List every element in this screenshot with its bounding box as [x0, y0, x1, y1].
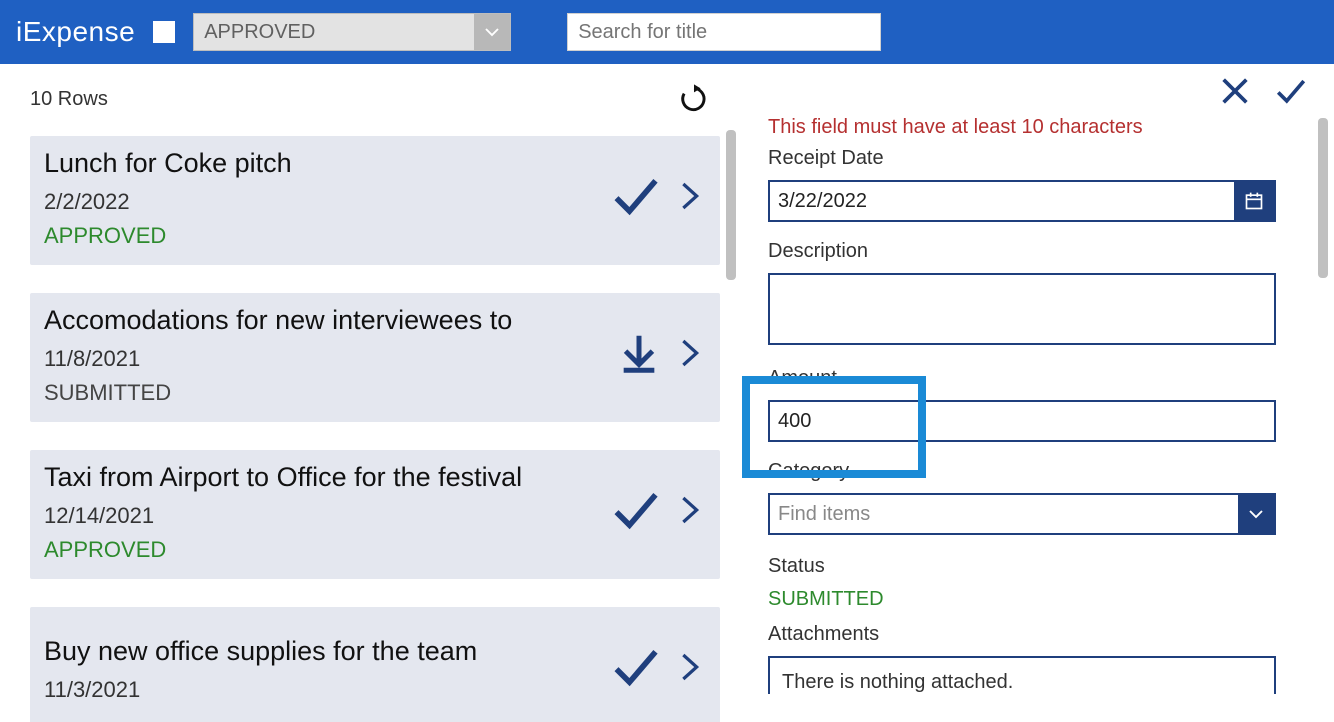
row-count-label: 10 Rows [30, 88, 108, 111]
validation-error-message: This field must have at least 10 charact… [768, 116, 1308, 139]
status-filter-dropdown-button[interactable] [474, 14, 510, 50]
list-item-title: Buy new office supplies for the team [44, 636, 477, 667]
close-icon [1218, 74, 1252, 108]
chevron-right-icon [674, 172, 706, 220]
list-item-date: 2/2/2022 [44, 189, 292, 215]
list-item[interactable]: Buy new office supplies for the team 11/3… [30, 607, 720, 722]
confirm-button[interactable] [1274, 74, 1308, 113]
attachments-text: There is nothing attached. [782, 671, 1013, 694]
receipt-date-input[interactable]: 3/22/2022 [768, 180, 1276, 222]
list-item-status: APPROVED [44, 223, 292, 249]
list-item-date: 12/14/2021 [44, 503, 522, 529]
expense-list-panel: 10 Rows Lunch for Coke pitch 2/2/2022 APPR… [0, 64, 742, 722]
check-icon [610, 484, 662, 536]
chevron-down-icon [1247, 505, 1265, 523]
open-item-button[interactable] [674, 486, 706, 539]
list-item-date: 11/8/2021 [44, 346, 512, 372]
chevron-down-icon [483, 23, 501, 41]
status-filter-value: APPROVED [204, 21, 315, 44]
content-split: 10 Rows Lunch for Coke pitch 2/2/2022 APPR… [0, 64, 1334, 722]
list-item-status: APPROVED [44, 537, 522, 563]
amount-value: 400 [778, 410, 811, 433]
open-item-button[interactable] [674, 172, 706, 225]
list-item-actions [610, 484, 706, 541]
status-value: SUBMITTED [768, 588, 1308, 611]
list-item[interactable]: Lunch for Coke pitch 2/2/2022 APPROVED [30, 136, 720, 265]
approve-action-button[interactable] [610, 484, 662, 541]
list-scroll: Lunch for Coke pitch 2/2/2022 APPROVED Acco… [0, 126, 742, 722]
list-item-actions [610, 170, 706, 227]
top-bar: iExpense APPROVED [0, 0, 1334, 64]
list-scrollbar-thumb[interactable] [726, 130, 736, 280]
list-item-title: Taxi from Airport to Office for the fest… [44, 462, 522, 493]
label-amount: Amount [768, 367, 1308, 390]
status-filter-select[interactable]: APPROVED [193, 13, 511, 51]
attachments-box[interactable]: There is nothing attached. [768, 656, 1276, 694]
list-item-actions [616, 329, 706, 382]
expense-detail-panel: This field must have at least 10 charact… [742, 64, 1334, 722]
check-icon [610, 170, 662, 222]
label-receipt-date: Receipt Date [768, 147, 1308, 170]
refresh-button[interactable] [676, 81, 712, 117]
receipt-date-value: 3/22/2022 [770, 190, 1234, 213]
filter-checkbox[interactable] [153, 21, 175, 43]
approve-action-button[interactable] [610, 170, 662, 227]
refresh-icon [678, 83, 710, 115]
chevron-right-icon [674, 329, 706, 377]
calendar-button[interactable] [1234, 182, 1274, 220]
list-item-date: 11/3/2021 [44, 677, 477, 703]
close-button[interactable] [1218, 74, 1252, 113]
open-item-button[interactable] [674, 643, 706, 696]
detail-scrollbar-thumb[interactable] [1318, 118, 1328, 278]
calendar-icon [1244, 191, 1264, 211]
list-item-title: Accomodations for new interviewees to [44, 305, 512, 336]
list-item-actions [610, 641, 706, 698]
app-name: iExpense [16, 16, 135, 48]
submit-action-button[interactable] [616, 330, 662, 381]
list-item[interactable]: Accomodations for new interviewees to 11/… [30, 293, 720, 422]
search-input[interactable] [567, 13, 881, 51]
label-category: Category [768, 460, 1308, 483]
list-header: 10 Rows [0, 64, 742, 126]
approve-action-button[interactable] [610, 641, 662, 698]
label-description: Description [768, 240, 1308, 263]
check-icon [1274, 74, 1308, 108]
category-select[interactable]: Find items [768, 493, 1276, 535]
chevron-right-icon [674, 643, 706, 691]
label-status: Status [768, 555, 1308, 578]
chevron-right-icon [674, 486, 706, 534]
amount-input[interactable]: 400 [768, 400, 1276, 442]
category-dropdown-button[interactable] [1238, 495, 1274, 533]
list-item-title: Lunch for Coke pitch [44, 148, 292, 179]
description-input[interactable] [768, 273, 1276, 345]
filter-checkbox-wrap[interactable] [153, 21, 175, 43]
download-icon [616, 330, 662, 376]
label-attachments: Attachments [768, 623, 1308, 646]
list-item-status: SUBMITTED [44, 380, 512, 406]
detail-header [768, 64, 1308, 122]
category-placeholder: Find items [770, 503, 1238, 526]
open-item-button[interactable] [674, 329, 706, 382]
check-icon [610, 641, 662, 693]
list-item[interactable]: Taxi from Airport to Office for the fest… [30, 450, 720, 579]
